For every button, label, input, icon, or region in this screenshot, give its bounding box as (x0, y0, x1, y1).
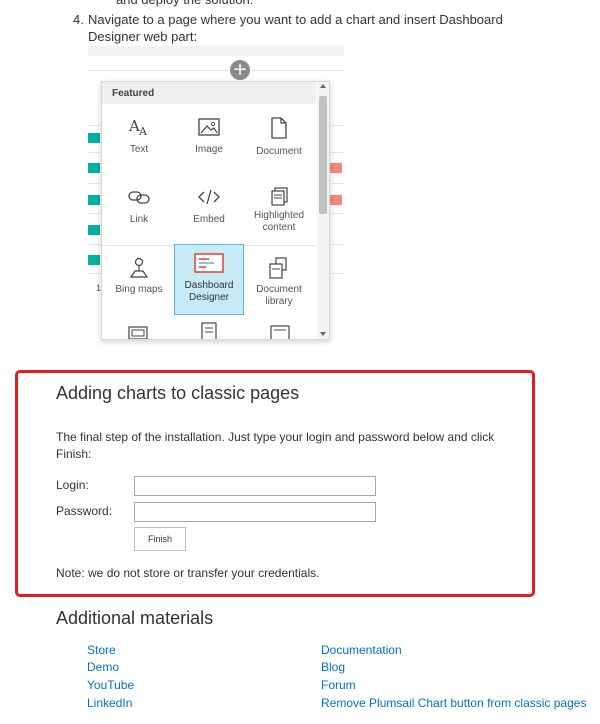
step-line-1: Navigate to a page where you want to add… (88, 12, 503, 27)
toolbox-item-label: Link (129, 214, 149, 225)
toolbox-scrollbar[interactable] (317, 82, 329, 339)
embed-icon (198, 189, 220, 205)
link-demo[interactable]: Demo (87, 660, 119, 674)
toolbox-item-link[interactable]: Link (104, 178, 174, 246)
list-icon[interactable] (199, 322, 219, 340)
toolbox-item-document[interactable]: Document (244, 108, 314, 176)
password-label: Password: (56, 504, 113, 518)
toolbox-item-image[interactable]: Image (174, 108, 244, 176)
toolbox-item-bing-maps[interactable]: Bing maps (104, 248, 174, 316)
svg-text:A: A (138, 125, 148, 138)
scroll-up-arrow-icon[interactable] (320, 84, 326, 88)
intro-cut-line: and deploy the solution. (116, 0, 253, 8)
bg-chart-bar (88, 195, 100, 205)
link-documentation[interactable]: Documentation (321, 643, 402, 657)
toolbox-item-text[interactable]: A A Text (104, 108, 174, 176)
toolbox-item-label: Embed (193, 214, 225, 225)
toolbox-item-dashboard-designer[interactable]: Dashboard Designer (174, 244, 244, 315)
step-number: 4. (73, 12, 84, 27)
bg-chart-bar (330, 195, 342, 205)
bing-maps-icon (129, 257, 149, 278)
classic-section-title: Adding charts to classic pages (56, 383, 300, 403)
bg-chart-bar (88, 255, 100, 265)
link-forum[interactable]: Forum (321, 678, 356, 692)
login-label: Login: (56, 478, 89, 492)
toolbox-item-label-line1: Document (256, 284, 302, 295)
toolbox-item-label-line1: Dashboard (184, 280, 234, 291)
password-field[interactable] (134, 502, 376, 522)
toolbox-item-embed[interactable]: Embed (174, 178, 244, 246)
news-icon[interactable] (268, 323, 292, 340)
link-youtube[interactable]: YouTube (87, 678, 134, 692)
toolbox-item-document-library[interactable]: Document library (244, 248, 314, 316)
toolbox-item-label-line2: Designer (188, 292, 230, 303)
link-linkedin[interactable]: LinkedIn (87, 696, 132, 710)
document-library-icon (269, 257, 287, 279)
canvas-strip (88, 46, 344, 56)
toolbox-item-label: Text (129, 144, 149, 155)
classic-description-line1: The final step of the installation. Just… (56, 430, 495, 444)
link-blog[interactable]: Blog (321, 660, 345, 674)
additional-materials-title: Additional materials (56, 608, 214, 628)
toolbox-item-highlighted-content[interactable]: Highlighted content (244, 178, 314, 246)
text-icon: A A (128, 117, 148, 138)
link-icon (128, 191, 150, 204)
image-icon (198, 118, 220, 136)
toolbox-item-label-line2: content (262, 222, 296, 233)
link-remove-plumsail-button[interactable]: Remove Plumsail Chart button from classi… (321, 696, 586, 710)
login-field[interactable] (134, 476, 376, 496)
add-web-part-button[interactable]: + (230, 60, 250, 80)
hero-icon[interactable] (126, 323, 150, 340)
bg-chart-bar (88, 163, 100, 173)
bg-chart-bar (88, 225, 100, 235)
step-line-2: Designer web part: (88, 29, 198, 44)
finish-button[interactable]: Finish (134, 527, 186, 551)
toolbox-item-label-line1: Highlighted (253, 210, 305, 221)
toolbox-item-label: Document (256, 146, 302, 157)
bg-chart-bar (88, 133, 100, 143)
dashboard-designer-icon (194, 253, 224, 273)
toolbox-item-label-line2: library (265, 296, 293, 307)
classic-description-line2: Finish: (56, 447, 92, 461)
link-store[interactable]: Store (87, 643, 116, 657)
document-icon (271, 117, 287, 139)
scroll-down-arrow-icon[interactable] (320, 332, 326, 336)
bg-chart-bar (330, 163, 342, 173)
web-part-toolbox: Featured A A Text Image Document Link Em… (101, 81, 330, 340)
toolbox-item-label: Bing maps (115, 284, 163, 295)
credentials-note: Note: we do not store or transfer your c… (56, 566, 320, 580)
scrollbar-thumb[interactable] (319, 96, 327, 214)
toolbox-header: Featured (102, 82, 316, 104)
highlighted-content-icon (271, 187, 288, 206)
canvas-divider (88, 70, 344, 71)
toolbox-item-label: Image (195, 144, 223, 155)
